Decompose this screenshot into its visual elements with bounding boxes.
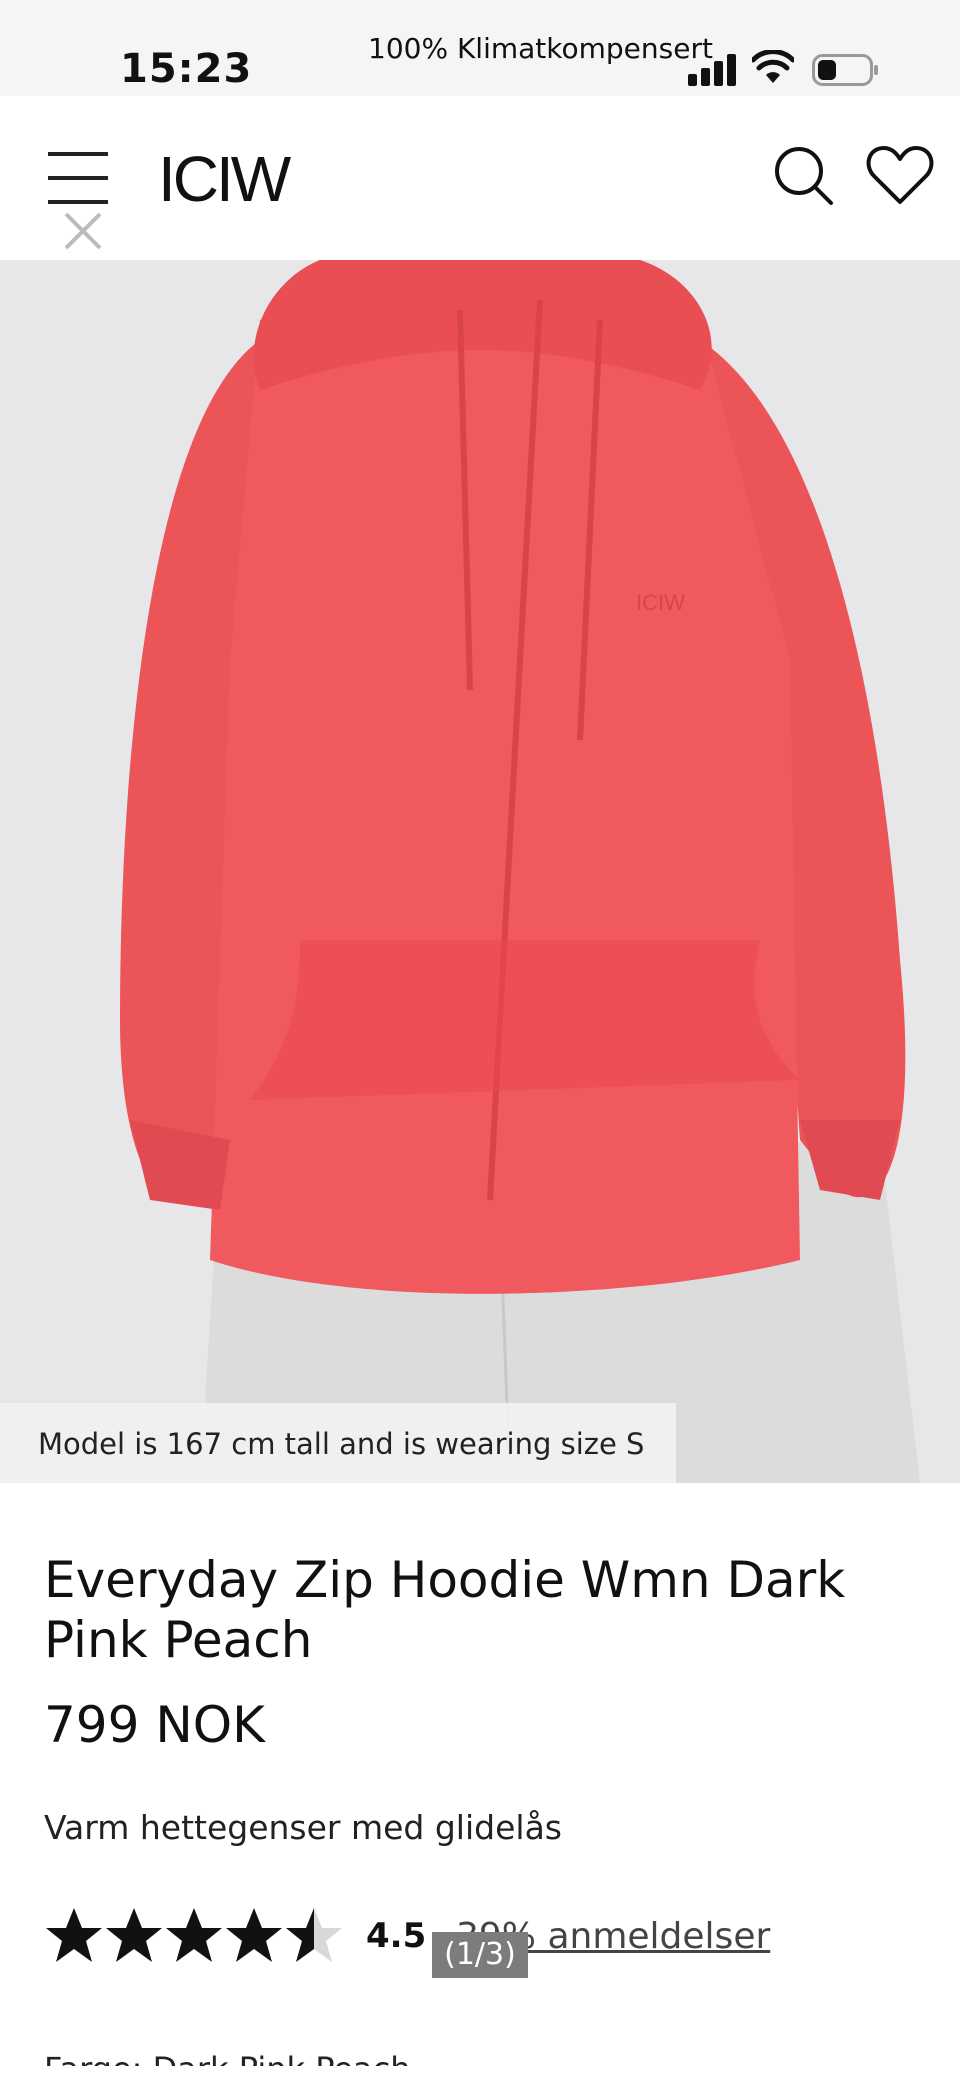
star-icon (226, 1908, 282, 1962)
hoodie-illustration: ICIW (120, 260, 920, 1483)
model-caption-text: Model is 167 cm tall and is wearing size… (38, 1427, 645, 1461)
product-description: Varm hettegenser med glidelås (44, 1808, 562, 1847)
image-counter: (1/3) (432, 1932, 528, 1978)
heart-icon[interactable] (866, 144, 934, 206)
svg-text:ICIW: ICIW (636, 590, 685, 615)
rating-value: 4.5 (366, 1916, 427, 1956)
product-price: 799 NOK (44, 1696, 265, 1754)
wifi-icon (752, 50, 794, 83)
product-title: Everyday Zip Hoodie Wmn Dark Pink Peach (44, 1551, 846, 1669)
bottom-edge (0, 2066, 960, 2081)
star-icon (166, 1908, 222, 1962)
star-icon (46, 1908, 102, 1962)
product-image[interactable]: ICIW Model is 167 cm tall and is wearing… (0, 260, 960, 1483)
brand-logo[interactable]: ICIW (158, 142, 291, 216)
status-bar: 15:23 100% Klimatkompensert (0, 0, 960, 96)
model-caption: Model is 167 cm tall and is wearing size… (0, 1403, 676, 1483)
search-icon[interactable] (772, 144, 834, 206)
status-carrier: 100% Klimatkompensert (368, 32, 713, 65)
battery-icon (812, 54, 878, 86)
close-icon[interactable] (62, 210, 104, 252)
half-star-icon (286, 1908, 342, 1962)
signal-icon (688, 52, 736, 86)
site-header: ICIW (0, 96, 960, 260)
star-rating (46, 1908, 342, 1962)
star-icon (106, 1908, 162, 1962)
status-time: 15:23 (120, 46, 253, 92)
menu-icon[interactable] (48, 152, 108, 204)
